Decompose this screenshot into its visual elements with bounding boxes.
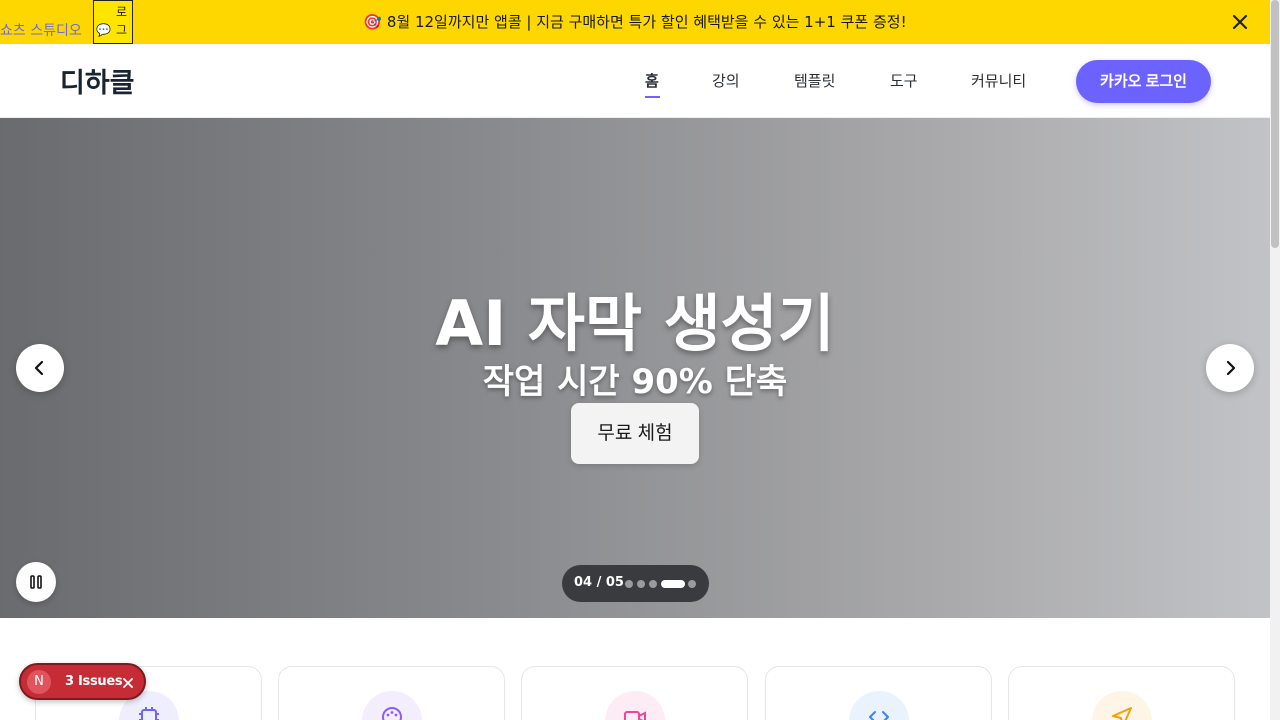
chat-bubble-icon: 💬 bbox=[96, 23, 111, 37]
code-icon bbox=[849, 691, 909, 720]
carousel-dot-3[interactable] bbox=[649, 580, 657, 588]
kakao-mini-label: 로그 bbox=[116, 5, 128, 37]
issues-badge[interactable]: N 3 Issues bbox=[19, 663, 146, 700]
nav-item-lectures[interactable]: 강의 bbox=[712, 70, 740, 91]
chevron-right-icon bbox=[1226, 360, 1236, 376]
hero-subtitle: 작업 시간 90% 단축 bbox=[482, 362, 788, 402]
nav-active-indicator bbox=[645, 96, 660, 98]
close-icon[interactable] bbox=[121, 675, 135, 689]
carousel-pause-button[interactable] bbox=[16, 562, 56, 602]
kakao-login-button[interactable]: 카카오 로그인 bbox=[1076, 60, 1211, 103]
nav-item-community[interactable]: 커뮤니티 bbox=[971, 70, 1026, 91]
feature-card-4[interactable] bbox=[765, 666, 992, 720]
carousel-dot-5[interactable] bbox=[688, 580, 696, 588]
feature-card-3[interactable] bbox=[521, 666, 748, 720]
video-icon bbox=[605, 691, 665, 720]
scrollbar-thumb[interactable] bbox=[1271, 0, 1279, 248]
carousel-pager: 04 / 05 bbox=[562, 565, 709, 602]
issues-avatar: N bbox=[27, 670, 51, 694]
carousel-dot-2[interactable] bbox=[637, 580, 645, 588]
feature-card-5[interactable] bbox=[1008, 666, 1235, 720]
site-logo[interactable]: 디하클 bbox=[60, 61, 135, 100]
shorts-studio-link[interactable]: 쇼츠 스튜디오 bbox=[0, 20, 82, 40]
promo-banner-text: 🎯 8월 12일까지만 앱콜 | 지금 구매하면 특가 할인 혜택받을 수 있는… bbox=[363, 13, 907, 31]
feature-card-2[interactable] bbox=[278, 666, 505, 720]
carousel-dot-4[interactable] bbox=[661, 580, 685, 588]
free-trial-button[interactable]: 무료 체험 bbox=[571, 403, 699, 464]
pause-icon bbox=[30, 575, 42, 589]
palette-icon bbox=[362, 691, 422, 720]
hero-carousel: AI 자막 생성기 작업 시간 90% 단축 무료 체험 04 / 05 bbox=[0, 118, 1270, 618]
nav-item-templates[interactable]: 템플릿 bbox=[794, 70, 835, 91]
chevron-left-icon bbox=[34, 360, 44, 376]
carousel-prev-button[interactable] bbox=[16, 344, 64, 392]
issues-count-label: 3 Issues bbox=[65, 674, 123, 689]
send-icon bbox=[1092, 691, 1152, 720]
slide-counter: 04 / 05 bbox=[574, 575, 624, 590]
carousel-dot-1[interactable] bbox=[625, 580, 633, 588]
close-icon[interactable] bbox=[1228, 10, 1252, 34]
carousel-next-button[interactable] bbox=[1206, 344, 1254, 392]
site-header: 디하클 홈 강의 템플릿 도구 커뮤니티 카카오 로그인 bbox=[0, 44, 1270, 118]
nav-item-home[interactable]: 홈 bbox=[645, 70, 659, 91]
promo-banner: 🎯 8월 12일까지만 앱콜 | 지금 구매하면 특가 할인 혜택받을 수 있는… bbox=[0, 0, 1270, 44]
hero-title: AI 자막 생성기 bbox=[435, 287, 835, 360]
kakao-login-mini-button[interactable]: 💬 로그 bbox=[93, 0, 133, 44]
nav-item-tools[interactable]: 도구 bbox=[890, 70, 918, 91]
